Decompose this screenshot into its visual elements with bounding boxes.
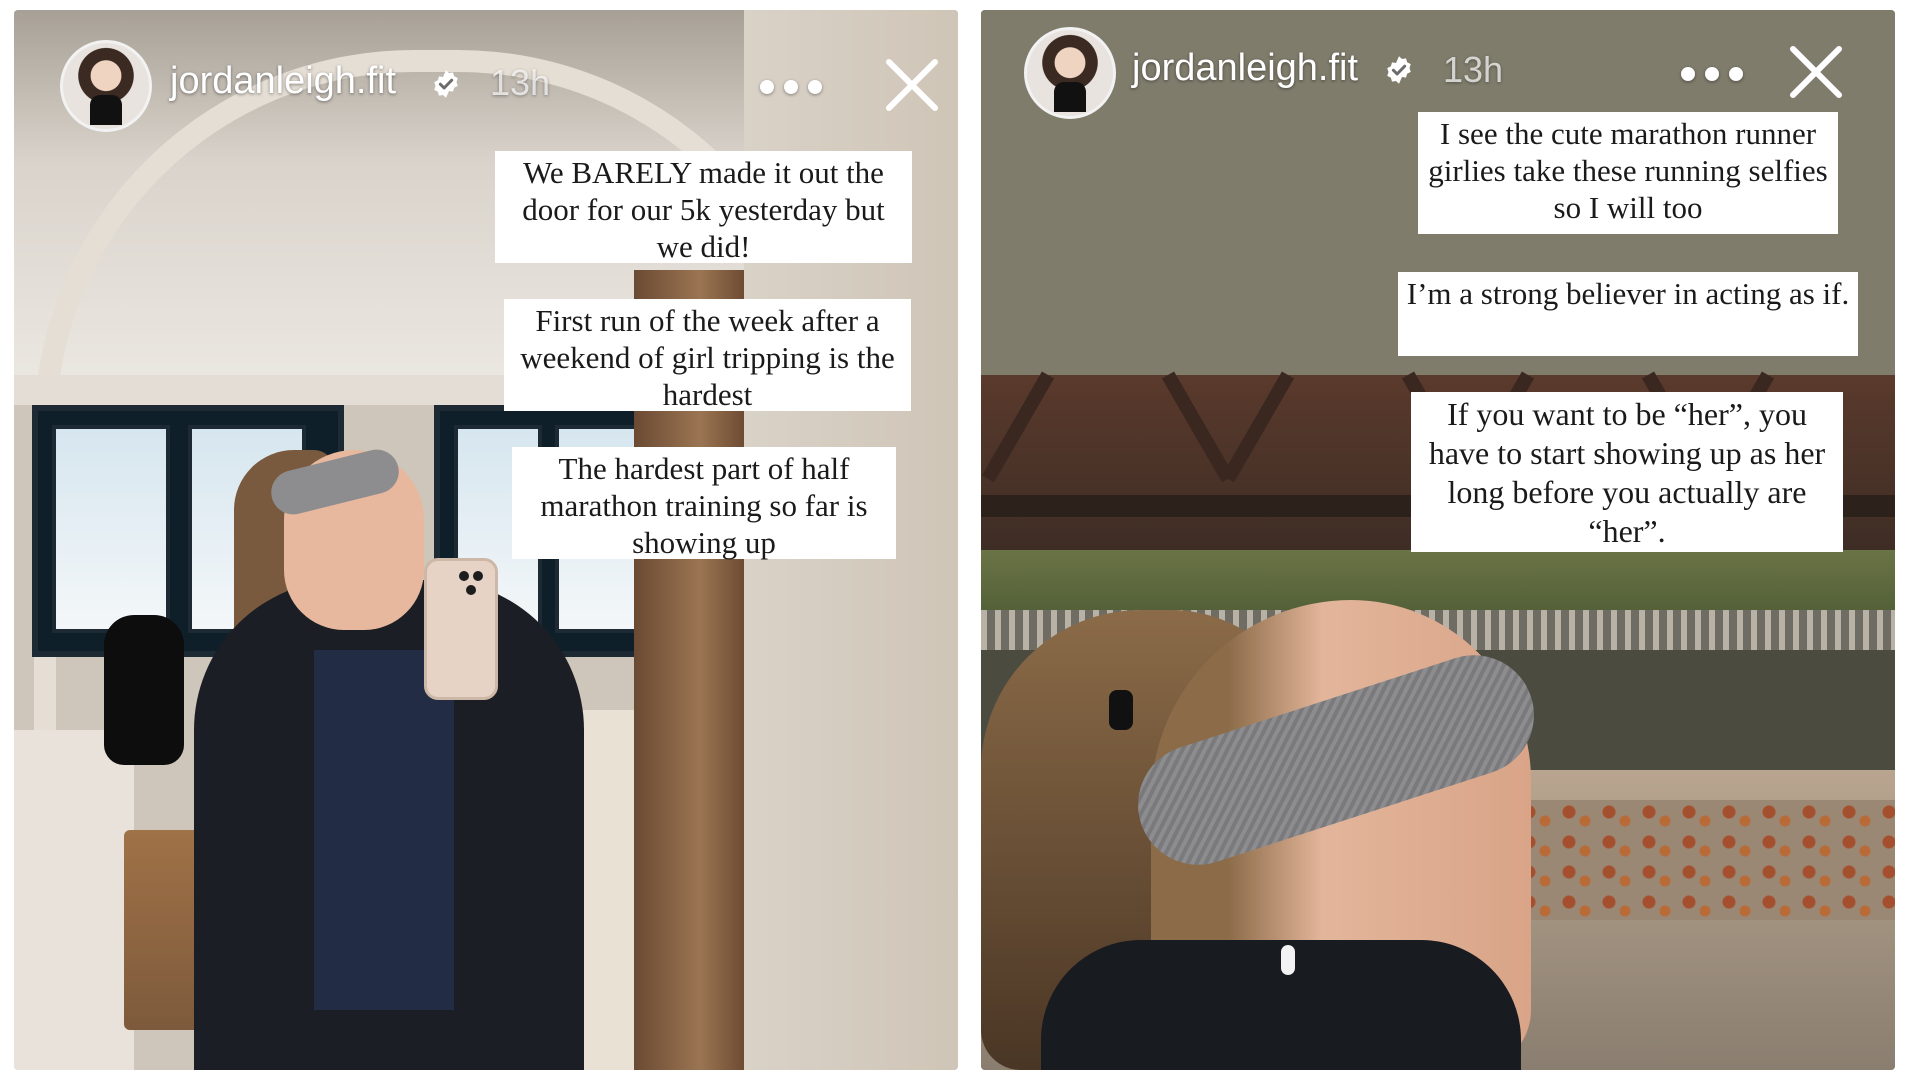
close-icon[interactable] (1787, 43, 1845, 101)
dot (1729, 67, 1743, 81)
post-time: 13h (1443, 49, 1504, 90)
avatar[interactable] (60, 40, 152, 132)
fallen-leaves (1481, 800, 1895, 920)
dot (808, 80, 822, 94)
window-pane (52, 425, 170, 633)
avatar[interactable] (1024, 27, 1116, 119)
more-options-icon[interactable] (760, 77, 824, 97)
dot (784, 80, 798, 94)
verified-badge-icon (434, 70, 458, 98)
story-caption-1: I see the cute marathon runner girlies t… (1418, 112, 1838, 234)
story-panel-left[interactable]: jordanleigh.fit 13h We BARELY made it ou… (14, 10, 958, 1070)
person-glove (104, 615, 184, 765)
close-icon[interactable] (883, 56, 941, 114)
story-caption-3: If you want to be “her”, you have to sta… (1411, 392, 1843, 552)
story-header: jordanleigh.fit 13h (14, 10, 958, 140)
verified-badge-icon (1387, 56, 1411, 84)
kitchen-counter (14, 730, 134, 1070)
person-shirt (314, 650, 454, 1010)
hair-tie (1109, 690, 1133, 730)
camera-lens (466, 585, 476, 595)
dot (760, 80, 774, 94)
post-time: 13h (490, 62, 551, 103)
story-caption-1: We BARELY made it out the door for our 5… (495, 151, 912, 264)
username[interactable]: jordanleigh.fit (1132, 47, 1358, 90)
username[interactable]: jordanleigh.fit (170, 60, 396, 103)
story-panel-right[interactable]: jordanleigh.fit 13h I see the cute marat… (981, 10, 1895, 1070)
story-caption-2: I’m a strong believer in acting as if. (1398, 272, 1858, 356)
story-caption-3: The hardest part of half marathon traini… (512, 447, 896, 560)
more-options-icon[interactable] (1681, 64, 1745, 84)
camera-lens (473, 571, 483, 581)
dot (1705, 67, 1719, 81)
camera-lens (459, 571, 469, 581)
earbud (1281, 945, 1295, 975)
phone (424, 558, 498, 700)
story-caption-2: First run of the week after a weekend of… (504, 299, 911, 412)
dot (1681, 67, 1695, 81)
